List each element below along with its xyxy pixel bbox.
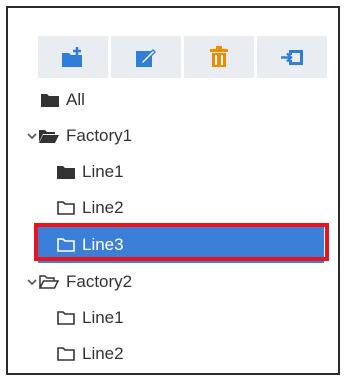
chevron-down-icon[interactable] <box>27 278 37 286</box>
tree-node-label: All <box>66 90 85 109</box>
move-button[interactable] <box>257 36 327 78</box>
tree-panel: All Factory1 Line1 Line2 Line3 Factory2 … <box>6 6 340 375</box>
edit-button[interactable] <box>111 36 181 78</box>
folder-outline-icon <box>57 347 75 361</box>
folder-plus-icon <box>61 46 85 68</box>
tree-node-factory1-line1[interactable]: Line1 <box>57 154 124 190</box>
delete-button[interactable] <box>184 36 254 78</box>
folder-filled-icon <box>57 165 75 179</box>
tree-node-label: Factory2 <box>66 272 133 291</box>
folder-open-outline-icon <box>39 275 59 289</box>
edit-icon <box>135 46 157 68</box>
folder-outline-icon <box>57 311 75 325</box>
chevron-down-icon[interactable] <box>27 132 37 140</box>
tree-node-all[interactable]: All <box>41 82 85 118</box>
tree-node-factory1-line2[interactable]: Line2 <box>57 190 124 226</box>
tree-toolbar <box>38 36 327 78</box>
tree-node-label: Line3 <box>82 235 124 254</box>
tree-node-factory2-line1[interactable]: Line1 <box>57 300 124 336</box>
tree-node-factory1-line3[interactable]: Line3 <box>38 227 324 263</box>
tree-node-factory1[interactable]: Factory1 <box>27 118 132 154</box>
tree-node-label: Line1 <box>82 308 124 327</box>
folder-open-filled-icon <box>39 129 59 143</box>
tree-node-label: Line2 <box>82 344 124 363</box>
import-icon <box>280 47 304 67</box>
trash-icon <box>209 46 229 68</box>
tree-node-label: Line1 <box>82 162 124 181</box>
tree-node-label: Line2 <box>82 198 124 217</box>
tree-node-factory2-line2[interactable]: Line2 <box>57 336 124 372</box>
folder-outline-icon <box>57 238 75 252</box>
folder-outline-icon <box>57 201 75 215</box>
tree-node-label: Factory1 <box>66 126 133 145</box>
folder-filled-icon <box>41 93 59 107</box>
new-folder-button[interactable] <box>38 36 108 78</box>
tree-node-factory2[interactable]: Factory2 <box>27 264 132 300</box>
